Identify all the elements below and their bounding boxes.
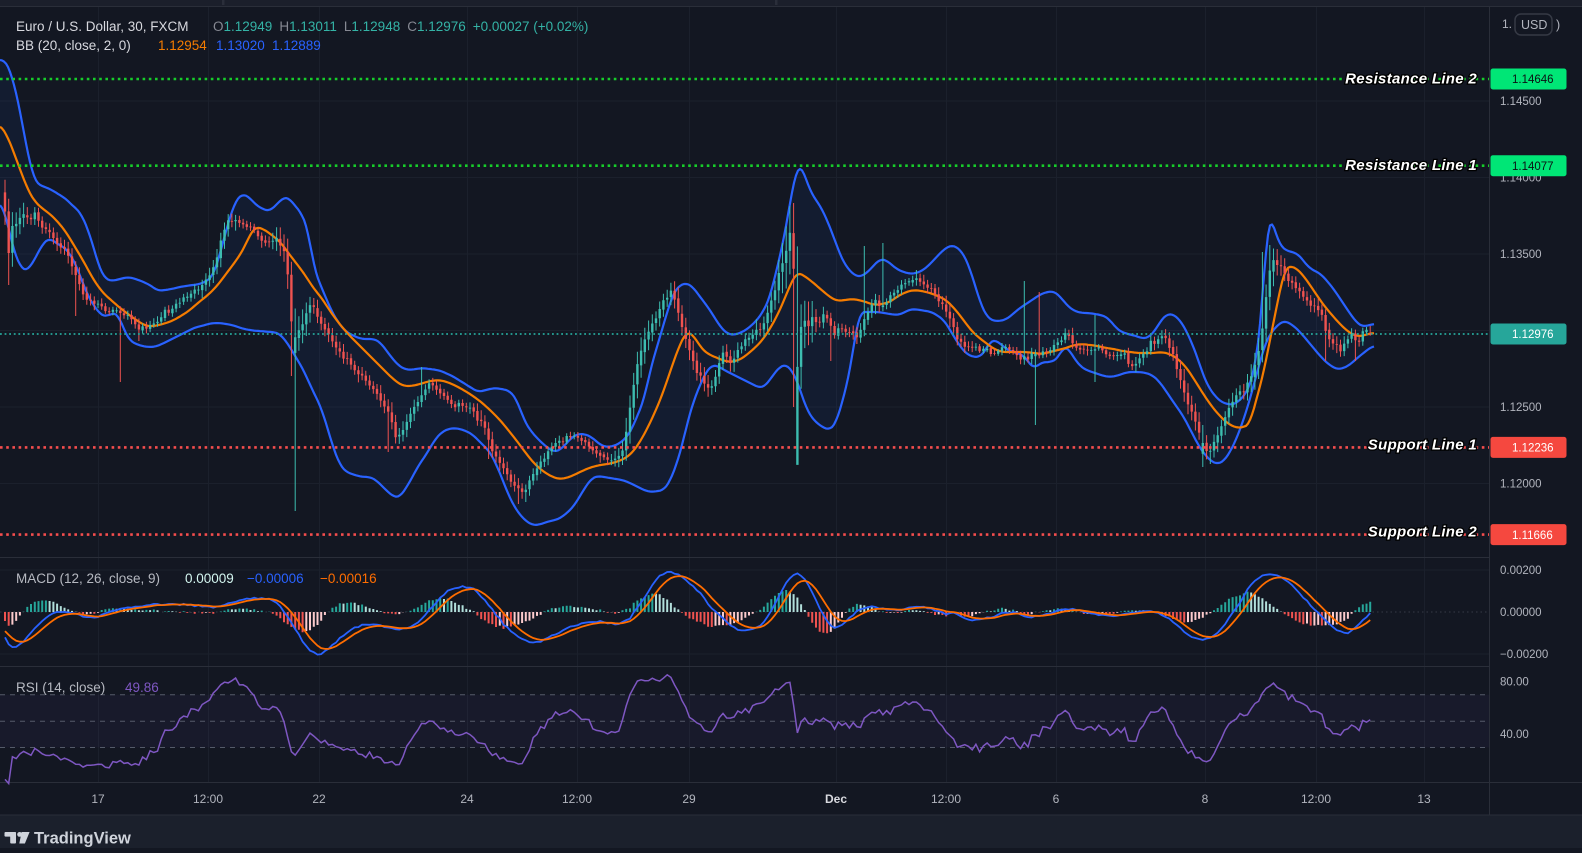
svg-text:0.00000: 0.00000 xyxy=(1500,607,1542,619)
svg-text:): ) xyxy=(1556,18,1560,32)
svg-text:24: 24 xyxy=(460,792,474,806)
svg-text:40.00: 40.00 xyxy=(1500,729,1529,741)
svg-text:MACD (12, 26, close, 9): MACD (12, 26, close, 9) xyxy=(16,571,160,586)
svg-text:1.12500: 1.12500 xyxy=(1500,402,1542,414)
svg-text:Euro / U.S. Dollar, 30, FXCM: Euro / U.S. Dollar, 30, FXCM xyxy=(16,19,189,34)
svg-text:0.00200: 0.00200 xyxy=(1500,565,1542,577)
svg-text:22: 22 xyxy=(312,792,326,806)
svg-text:6: 6 xyxy=(1053,792,1060,806)
svg-text:1.14646: 1.14646 xyxy=(1512,74,1554,86)
svg-text:Dec: Dec xyxy=(825,792,847,806)
svg-text:RSI (14, close): RSI (14, close) xyxy=(16,680,105,695)
svg-text:12:00: 12:00 xyxy=(931,792,961,806)
svg-text:12:00: 12:00 xyxy=(562,792,592,806)
svg-text:1.14500: 1.14500 xyxy=(1500,96,1542,108)
svg-text:1.12236: 1.12236 xyxy=(1512,443,1554,455)
svg-text:1.: 1. xyxy=(1502,17,1512,31)
svg-text:12:00: 12:00 xyxy=(193,792,223,806)
svg-text:USD: USD xyxy=(1521,18,1547,32)
svg-text:8: 8 xyxy=(1202,792,1209,806)
svg-text:1.13500: 1.13500 xyxy=(1500,249,1542,261)
svg-text:1.12976: 1.12976 xyxy=(1512,329,1554,341)
svg-text:17: 17 xyxy=(91,792,105,806)
svg-text:13: 13 xyxy=(1417,792,1431,806)
svg-text:−0.00016: −0.00016 xyxy=(320,571,377,586)
svg-text:Resistance Line 1: Resistance Line 1 xyxy=(1345,157,1477,174)
svg-text:Support Line 2: Support Line 2 xyxy=(1368,524,1478,541)
svg-text:1.12000: 1.12000 xyxy=(1500,479,1542,491)
svg-text:80.00: 80.00 xyxy=(1500,677,1529,689)
svg-text:1.13020: 1.13020 xyxy=(216,38,265,53)
svg-text:1.14077: 1.14077 xyxy=(1512,161,1554,173)
svg-text:0.00009: 0.00009 xyxy=(185,571,234,586)
svg-text:Resistance Line 2: Resistance Line 2 xyxy=(1345,71,1477,88)
svg-text:1.12954: 1.12954 xyxy=(158,38,207,53)
svg-text:1.11666: 1.11666 xyxy=(1512,530,1553,542)
svg-text:49.86: 49.86 xyxy=(125,680,159,695)
svg-text:1.12889: 1.12889 xyxy=(272,38,321,53)
svg-text:−0.00006: −0.00006 xyxy=(247,571,304,586)
svg-text:TradingView: TradingView xyxy=(34,830,131,848)
svg-text:BB (20, close, 2, 0): BB (20, close, 2, 0) xyxy=(16,38,131,53)
svg-text:29: 29 xyxy=(682,792,696,806)
svg-text:12:00: 12:00 xyxy=(1301,792,1331,806)
svg-text:Support Line 1: Support Line 1 xyxy=(1368,437,1477,454)
svg-text:−0.00200: −0.00200 xyxy=(1500,649,1548,661)
